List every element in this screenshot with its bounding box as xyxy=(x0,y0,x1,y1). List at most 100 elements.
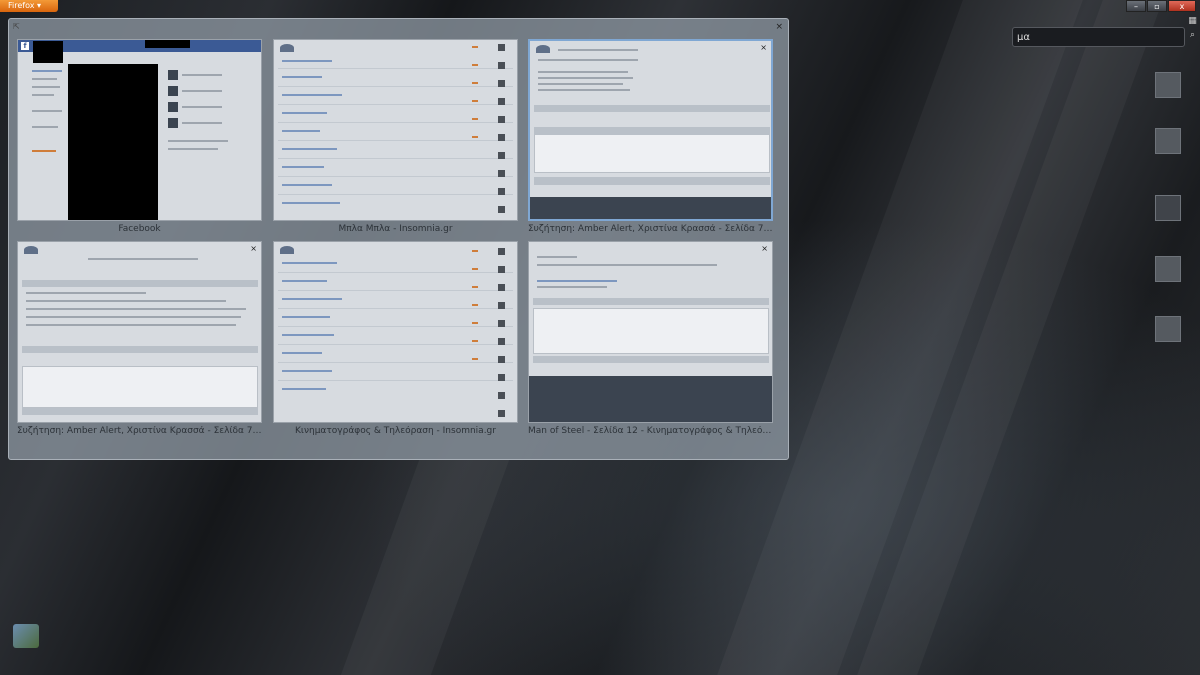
avatar xyxy=(498,410,505,417)
action-bar xyxy=(22,408,258,415)
text-line xyxy=(282,388,326,390)
text-line xyxy=(282,280,327,282)
tab-group-item[interactable] xyxy=(1140,128,1196,176)
tab-group-panel[interactable]: ⇱ × f Facebook Μπλα Μπλα - Insomnia.gr ×… xyxy=(8,18,789,460)
avatar xyxy=(498,320,505,327)
text-line xyxy=(282,352,322,354)
text-line xyxy=(282,334,334,336)
group-thumbnail xyxy=(1155,316,1181,342)
tab-search-input[interactable]: μα xyxy=(1012,27,1185,47)
activity-marker xyxy=(472,100,478,102)
redacted-area xyxy=(68,64,158,220)
text-line xyxy=(282,262,337,264)
action-bar xyxy=(534,177,770,185)
text-line xyxy=(26,316,241,318)
text-line xyxy=(537,286,607,288)
activity-marker xyxy=(472,82,478,84)
close-icon[interactable]: × xyxy=(250,244,257,253)
text-line xyxy=(282,370,332,372)
resize-grip-icon[interactable]: ⇱ xyxy=(13,22,20,31)
tab-group-item[interactable] xyxy=(1140,72,1196,120)
sidebar-line xyxy=(32,150,56,152)
text-line xyxy=(26,300,226,302)
avatar xyxy=(498,302,505,309)
tab-title: Facebook xyxy=(118,224,161,234)
firefox-menu-label: Firefox xyxy=(8,1,35,10)
group-thumbnail xyxy=(1155,195,1181,221)
text-line xyxy=(88,258,198,260)
tab-thumbnail-insomnia[interactable]: Μπλα Μπλα - Insomnia.gr xyxy=(273,39,518,234)
tab-groups-icon[interactable]: ▦ xyxy=(1187,16,1198,27)
text-line xyxy=(282,76,322,78)
close-icon[interactable]: × xyxy=(775,22,783,32)
firefox-menu-button[interactable]: Firefox ▾ xyxy=(0,0,58,12)
text-line xyxy=(558,49,638,51)
avatar xyxy=(498,152,505,159)
row-separator xyxy=(278,380,513,381)
activity-marker xyxy=(472,340,478,342)
tab-group-item[interactable] xyxy=(1140,195,1196,243)
avatar xyxy=(498,284,505,291)
avatar xyxy=(498,170,505,177)
tab-thumbnail-man-of-steel[interactable]: × Man of Steel - Σελίδα 12 - Κινηματογρά… xyxy=(528,241,773,436)
text-line xyxy=(537,264,717,266)
text-line xyxy=(282,148,337,150)
shortcut-icon xyxy=(13,624,39,648)
tab-preview: × xyxy=(528,39,773,221)
search-icon[interactable]: ⌕ xyxy=(1187,30,1198,41)
avatar xyxy=(498,392,505,399)
desktop-shortcut[interactable] xyxy=(8,624,44,648)
activity-marker xyxy=(472,118,478,120)
close-icon[interactable]: × xyxy=(760,43,767,52)
sidebar-line xyxy=(32,78,57,80)
page-footer xyxy=(529,376,772,422)
row-separator xyxy=(278,326,513,327)
group-thumbnail xyxy=(1155,72,1181,98)
tab-preview: f xyxy=(17,39,262,221)
tab-thumbnail-cinema-tv[interactable]: Κινηματογράφος & Τηλεόραση - Insomnia.gr xyxy=(273,241,518,436)
sidebar-line xyxy=(32,86,60,88)
tab-title: Κινηματογράφος & Τηλεόραση - Insomnia.gr xyxy=(295,426,496,436)
site-logo xyxy=(536,45,550,53)
text-line xyxy=(538,89,630,91)
tab-thumbnail-amber-alert-active[interactable]: × Συζήτηση: Amber Alert, Χριστίνα Κρασσά… xyxy=(528,39,773,234)
redacted-area xyxy=(33,41,63,63)
avatar xyxy=(498,62,505,69)
avatar xyxy=(498,80,505,87)
tab-thumbnail-amber-alert[interactable]: × Συζήτηση: Amber Alert, Χριστίνα Κρασσά… xyxy=(17,241,262,436)
close-icon[interactable]: × xyxy=(761,244,768,253)
text-line xyxy=(182,90,222,92)
text-line xyxy=(282,130,320,132)
site-logo xyxy=(280,246,294,254)
facebook-logo: f xyxy=(21,42,29,50)
avatar xyxy=(498,374,505,381)
close-window-button[interactable]: x xyxy=(1168,0,1196,12)
row-separator xyxy=(278,122,513,123)
activity-marker xyxy=(472,46,478,48)
avatar xyxy=(498,248,505,255)
minimize-button[interactable]: – xyxy=(1126,0,1146,12)
group-thumbnail xyxy=(1155,128,1181,154)
text-line xyxy=(538,71,628,73)
avatar xyxy=(498,98,505,105)
photo xyxy=(168,102,178,112)
photo xyxy=(168,70,178,80)
row-separator xyxy=(278,104,513,105)
activity-marker xyxy=(472,322,478,324)
text-line xyxy=(538,83,623,85)
site-logo xyxy=(24,246,38,254)
row-separator xyxy=(278,194,513,195)
avatar xyxy=(498,338,505,345)
post-footer xyxy=(533,298,769,305)
tab-preview: × xyxy=(528,241,773,423)
tab-group-item[interactable] xyxy=(1140,256,1196,304)
tab-group-item[interactable] xyxy=(1140,316,1196,364)
tab-thumbnail-facebook[interactable]: f Facebook xyxy=(17,39,262,234)
tab-preview xyxy=(273,39,518,221)
avatar xyxy=(498,266,505,273)
page-footer xyxy=(530,197,771,219)
site-logo xyxy=(280,44,294,52)
text-line xyxy=(26,308,246,310)
avatar xyxy=(498,134,505,141)
restore-button[interactable]: ▫ xyxy=(1147,0,1167,12)
